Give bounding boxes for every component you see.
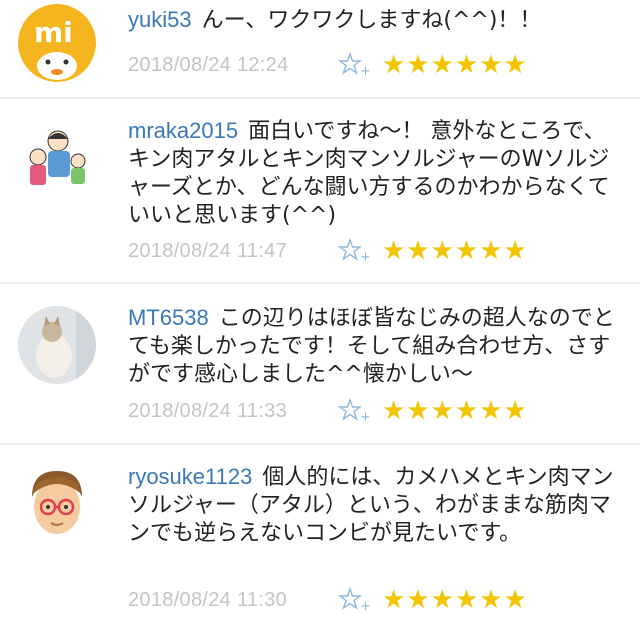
family-avatar[interactable]	[18, 121, 96, 199]
rating-stars-icon: ★★★★★★	[382, 396, 528, 426]
rating-stars-icon: ★★★★★★	[382, 236, 528, 266]
comment-username[interactable]: mraka2015	[128, 118, 238, 143]
comment-meta: 2018/08/24 11:30 + ★★★★★★	[128, 583, 528, 617]
comment-username[interactable]: ryosuke1123	[128, 464, 252, 489]
svg-text:+: +	[360, 250, 371, 265]
comment-date: 2018/08/24 11:33	[128, 399, 288, 422]
rating-stars-icon: ★★★★★★	[382, 585, 528, 615]
comment-date: 2018/08/24 12:24	[128, 53, 289, 76]
comment-meta: 2018/08/24 11:33 + ★★★★★★	[128, 394, 528, 428]
comment-date: 2018/08/24 11:47	[128, 239, 288, 262]
svg-text:+: +	[360, 64, 371, 79]
comment-body: MT6538 この辺りはほぼ皆なじみの超人なのでとても楽しかったです！そして組み合…	[128, 304, 618, 389]
svg-text:+: +	[360, 599, 371, 614]
svg-text:mi: mi	[34, 16, 73, 49]
comment-meta: 2018/08/24 11:47 + ★★★★★★	[128, 234, 528, 268]
add-favorite-star-icon[interactable]: +	[337, 51, 372, 79]
comment-meta: 2018/08/24 12:24 + ★★★★★★	[128, 48, 528, 82]
person-glasses-avatar[interactable]	[18, 463, 96, 541]
svg-text:+: +	[360, 410, 371, 425]
comment-date: 2018/08/24 11:30	[128, 588, 288, 611]
comment-username[interactable]: yuki53	[128, 7, 192, 32]
mi-logo-avatar[interactable]: mi	[18, 4, 96, 82]
comment-item: mraka2015 面白いですね〜！ 意外なところで、キン肉アタルとキン肉マンソル…	[0, 99, 640, 285]
cat-avatar[interactable]	[18, 306, 96, 384]
comment-item: MT6538 この辺りはほぼ皆なじみの超人なのでとても楽しかったです！そして組み合…	[0, 284, 640, 444]
comment-username[interactable]: MT6538	[128, 305, 209, 330]
comment-text: んー、ワクワクしますね(^^)！！	[201, 8, 542, 33]
comment-item: ryosuke1123 個人的には、カメハメとキン肉マンソルジャー（アタル）という…	[0, 445, 640, 618]
comment-body: yuki53 んー、ワクワクしますね(^^)！！	[128, 6, 618, 35]
add-favorite-star-icon[interactable]: +	[337, 397, 372, 425]
rating-stars-icon: ★★★★★★	[382, 50, 528, 80]
add-favorite-star-icon[interactable]: +	[337, 237, 372, 265]
comment-body: ryosuke1123 個人的には、カメハメとキン肉マンソルジャー（アタル）という…	[128, 463, 618, 548]
add-favorite-star-icon[interactable]: +	[337, 586, 372, 614]
comment-body: mraka2015 面白いですね〜！ 意外なところで、キン肉アタルとキン肉マンソル…	[128, 117, 618, 230]
comment-item: mi yuki53 んー、ワクワクしますね(^^)！！ 2018/08/24 12…	[0, 0, 640, 98]
